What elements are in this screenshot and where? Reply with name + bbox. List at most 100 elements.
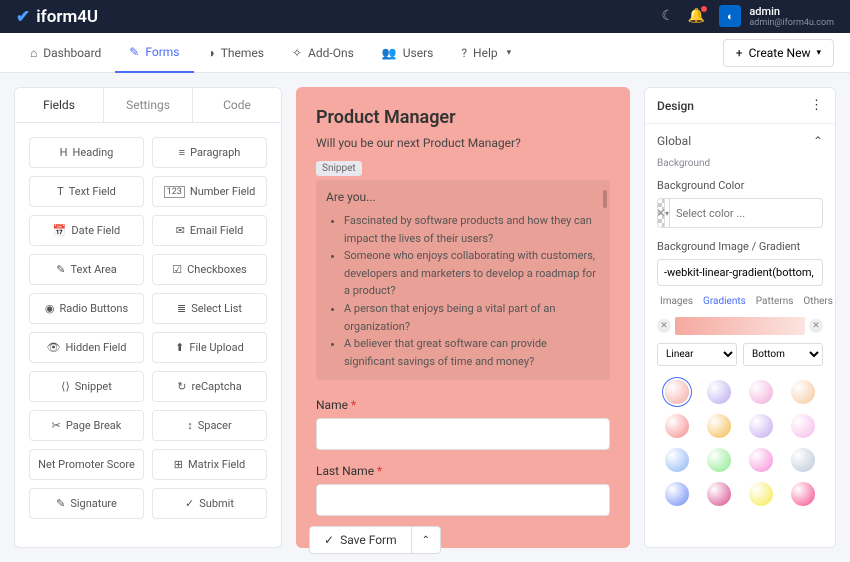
user-menu[interactable]: ◐ admin admin@iform4u.com bbox=[719, 5, 834, 29]
label-lastname: Last Name * bbox=[316, 464, 610, 478]
list-item: Fascinated by software products and how … bbox=[344, 212, 600, 247]
signature-icon: ✎ bbox=[56, 497, 65, 510]
create-new-button[interactable]: +Create New▾ bbox=[723, 39, 834, 67]
gradient-swatch[interactable] bbox=[707, 448, 731, 472]
field-pagebreak[interactable]: ✂Page Break bbox=[29, 410, 144, 441]
bg-color-label: Background Color bbox=[657, 179, 823, 192]
gradient-swatch[interactable] bbox=[791, 414, 815, 438]
gradient-preview[interactable] bbox=[675, 317, 805, 335]
themes-icon: ◑ bbox=[208, 46, 215, 60]
color-input[interactable] bbox=[670, 199, 822, 227]
more-icon[interactable]: ⋮ bbox=[810, 98, 823, 113]
field-heading[interactable]: HHeading bbox=[29, 137, 144, 168]
nav-addons[interactable]: ✧Add-Ons bbox=[278, 33, 368, 73]
text-icon: T bbox=[57, 185, 64, 198]
label-name: Name * bbox=[316, 398, 610, 412]
save-dropdown[interactable]: ⌃ bbox=[412, 529, 440, 552]
plus-icon: + bbox=[736, 46, 743, 60]
gradient-swatch[interactable] bbox=[665, 414, 689, 438]
heading-icon: H bbox=[60, 146, 68, 159]
field-recaptcha[interactable]: ↻reCaptcha bbox=[152, 371, 267, 402]
gradient-type-select[interactable]: Linear bbox=[657, 343, 737, 366]
gradient-input[interactable] bbox=[657, 259, 823, 286]
field-checkboxes[interactable]: ☑Checkboxes bbox=[152, 254, 267, 285]
design-panel: Design ⋮ Global⌃ Background Background C… bbox=[644, 87, 836, 548]
gradient-swatch[interactable] bbox=[791, 380, 815, 404]
filter-gradients[interactable]: Gradients bbox=[700, 294, 749, 309]
textarea-icon: ✎ bbox=[56, 263, 65, 276]
field-submit[interactable]: ✓Submit bbox=[152, 488, 267, 519]
field-matrix[interactable]: ⊞Matrix Field bbox=[152, 449, 267, 480]
dark-mode-icon[interactable]: ☾ bbox=[661, 8, 674, 24]
snippet-block[interactable]: Are you... Fascinated by software produc… bbox=[316, 180, 610, 380]
gradient-swatches bbox=[657, 376, 823, 510]
close-icon[interactable]: ✕ bbox=[809, 319, 823, 333]
field-email[interactable]: ✉Email Field bbox=[152, 215, 267, 246]
nav-themes[interactable]: ◑Themes bbox=[194, 33, 278, 73]
filter-patterns[interactable]: Patterns bbox=[753, 294, 797, 309]
snippet-title: Are you... bbox=[326, 190, 600, 204]
tab-code[interactable]: Code bbox=[193, 88, 281, 122]
gradient-swatch[interactable] bbox=[749, 482, 773, 506]
nav-users[interactable]: 👥Users bbox=[368, 33, 448, 73]
field-snippet[interactable]: ⟨⟩Snippet bbox=[29, 371, 144, 402]
section-global[interactable]: Global⌃ bbox=[645, 124, 835, 158]
gradient-swatch[interactable] bbox=[665, 482, 689, 506]
gradient-direction-select[interactable]: Bottom bbox=[743, 343, 823, 366]
field-textarea[interactable]: ✎Text Area bbox=[29, 254, 144, 285]
gradient-swatch[interactable] bbox=[791, 482, 815, 506]
field-text[interactable]: TText Field bbox=[29, 176, 144, 207]
left-panel: Fields Settings Code HHeading ≡Paragraph… bbox=[14, 87, 282, 548]
form-canvas[interactable]: Product Manager Will you be our next Pro… bbox=[296, 87, 630, 548]
field-radio[interactable]: ◉Radio Buttons bbox=[29, 293, 144, 324]
gradient-swatch[interactable] bbox=[707, 414, 731, 438]
logo[interactable]: ✔ iform4U bbox=[16, 7, 98, 27]
list-item: A believer that great software can provi… bbox=[344, 335, 600, 370]
notifications-icon[interactable]: 🔔 bbox=[688, 8, 705, 24]
nav-forms[interactable]: ✎Forms bbox=[115, 33, 193, 73]
gradient-swatch[interactable] bbox=[749, 448, 773, 472]
gradient-swatch[interactable] bbox=[707, 482, 731, 506]
hidden-icon: 👁 bbox=[46, 341, 60, 354]
gradient-swatch[interactable] bbox=[665, 448, 689, 472]
field-spacer[interactable]: ↕Spacer bbox=[152, 410, 267, 441]
tab-fields[interactable]: Fields bbox=[15, 88, 104, 122]
filter-others[interactable]: Others bbox=[800, 294, 836, 309]
home-icon: ⌂ bbox=[30, 46, 37, 60]
gradient-swatch[interactable] bbox=[791, 448, 815, 472]
chevron-up-icon: ⌃ bbox=[813, 134, 823, 148]
list-item: A person that enjoys being a vital part … bbox=[344, 300, 600, 335]
field-paragraph[interactable]: ≡Paragraph bbox=[152, 137, 267, 168]
gradient-swatch[interactable] bbox=[749, 414, 773, 438]
close-icon[interactable]: ✕ bbox=[657, 319, 671, 333]
avatar: ◐ bbox=[719, 5, 741, 27]
field-select[interactable]: ≣Select List bbox=[152, 293, 267, 324]
input-lastname[interactable] bbox=[316, 484, 610, 516]
check-icon: ✓ bbox=[185, 497, 194, 510]
gradient-swatch[interactable] bbox=[665, 380, 689, 404]
field-number[interactable]: 123Number Field bbox=[152, 176, 267, 207]
nav-dashboard[interactable]: ⌂Dashboard bbox=[16, 33, 115, 73]
save-form-button[interactable]: ✓Save Form bbox=[310, 527, 412, 553]
field-nps[interactable]: Net Promoter Score bbox=[29, 449, 144, 480]
field-file[interactable]: ⬆File Upload bbox=[152, 332, 267, 363]
filter-images[interactable]: Images bbox=[657, 294, 696, 309]
field-date[interactable]: 📅Date Field bbox=[29, 215, 144, 246]
field-signature[interactable]: ✎Signature bbox=[29, 488, 144, 519]
input-name[interactable] bbox=[316, 418, 610, 450]
snippet-list: Fascinated by software products and how … bbox=[326, 212, 600, 370]
color-swatch[interactable] bbox=[658, 199, 665, 227]
gradient-swatch[interactable] bbox=[749, 380, 773, 404]
nav-help[interactable]: ?Help▾ bbox=[447, 33, 525, 73]
tab-settings[interactable]: Settings bbox=[104, 88, 193, 122]
users-icon: 👥 bbox=[382, 46, 397, 60]
gradient-swatch[interactable] bbox=[707, 380, 731, 404]
form-subtitle: Will you be our next Product Manager? bbox=[316, 136, 610, 150]
checkbox-icon: ☑ bbox=[172, 263, 182, 276]
scrollbar[interactable] bbox=[603, 190, 607, 208]
list-item: Someone who enjoys collaborating with cu… bbox=[344, 247, 600, 300]
pagebreak-icon: ✂ bbox=[52, 419, 61, 432]
design-title: Design bbox=[657, 99, 694, 113]
field-hidden[interactable]: 👁Hidden Field bbox=[29, 332, 144, 363]
chevron-down-icon: ▾ bbox=[507, 48, 512, 58]
